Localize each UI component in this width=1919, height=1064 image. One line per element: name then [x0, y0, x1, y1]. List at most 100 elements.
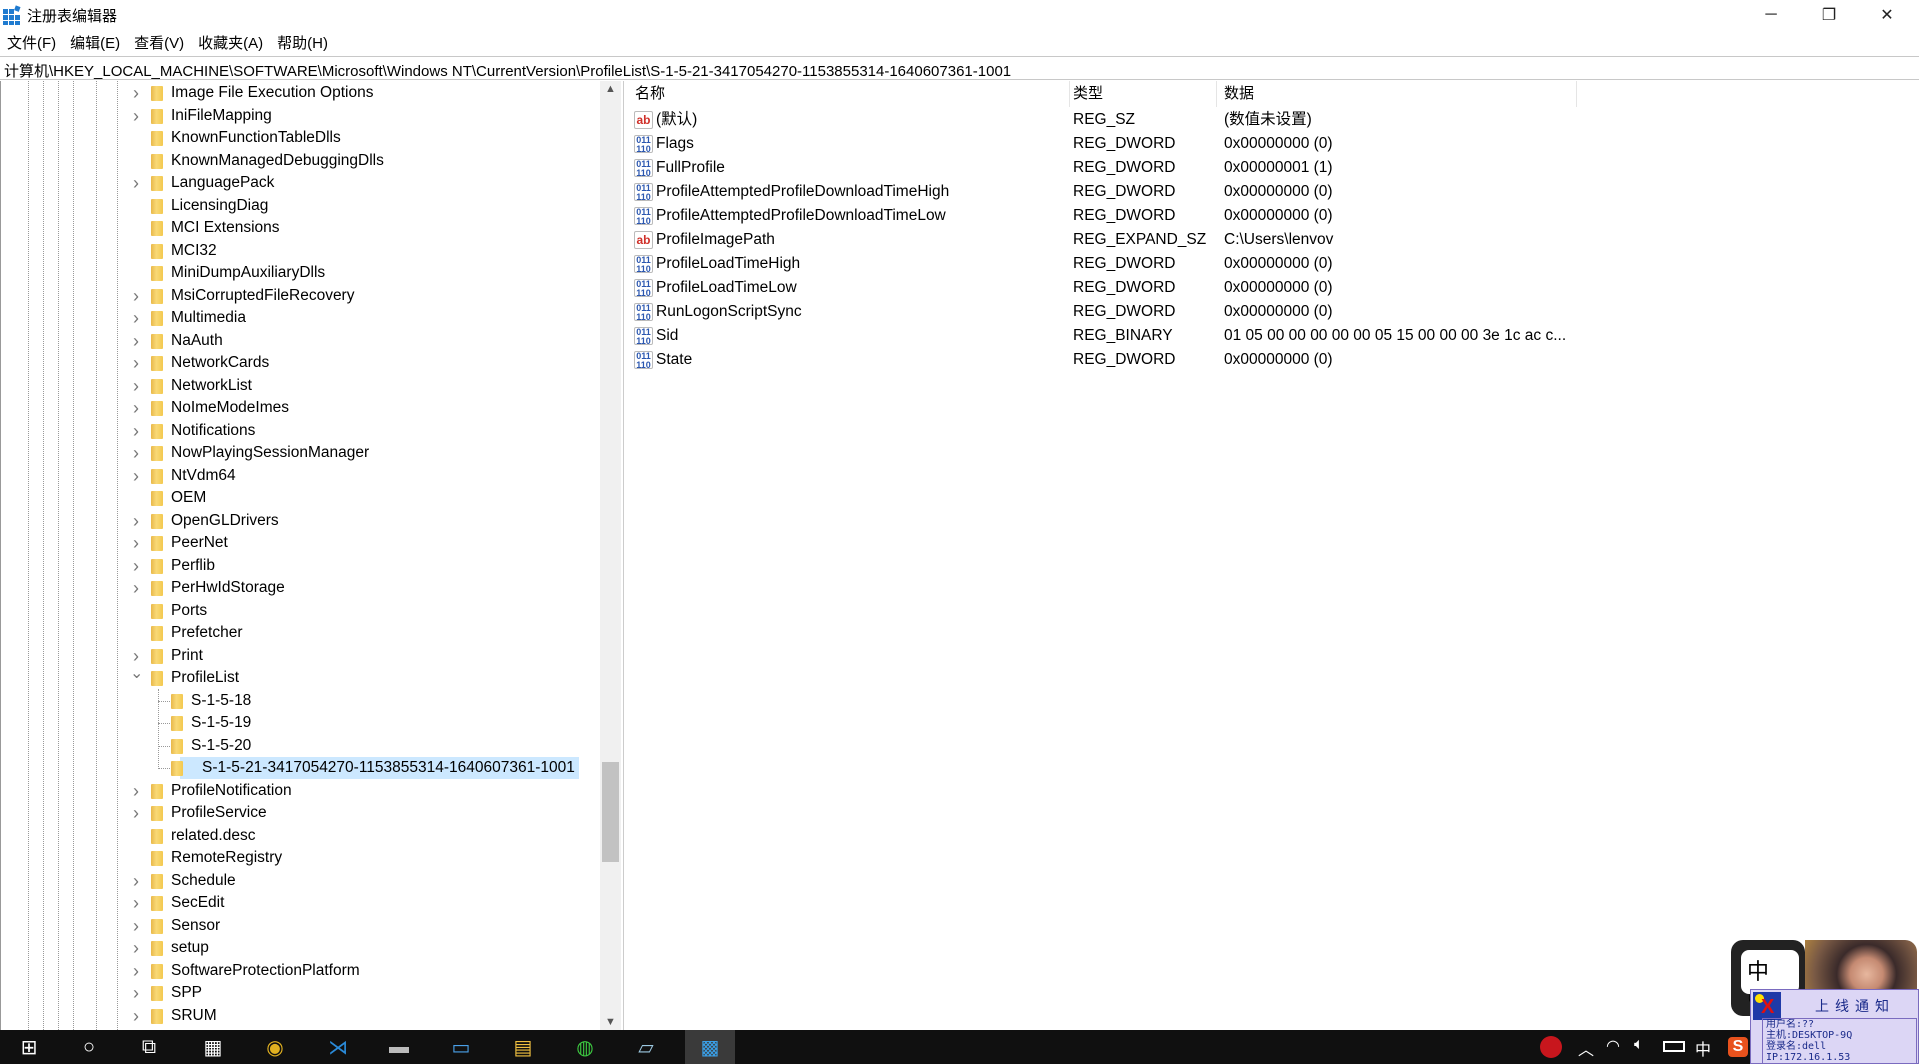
tree-item[interactable]: › ProfileNotification: [1, 780, 601, 802]
tree-item[interactable]: › NetworkList: [1, 375, 601, 397]
taskbar-notepad-icon[interactable]: ▱: [621, 1030, 671, 1064]
scroll-down-icon[interactable]: ▼: [600, 1016, 621, 1028]
tree-item[interactable]: KnownFunctionTableDlls: [1, 127, 601, 149]
chevron-right-icon[interactable]: ›: [130, 915, 142, 937]
tree-item[interactable]: › setup: [1, 937, 601, 959]
battery-icon[interactable]: [1663, 1041, 1685, 1052]
value-row[interactable]: ab ProfileImagePath REG_EXPAND_SZ C:\Use…: [628, 228, 1919, 252]
taskbar-task-view-icon[interactable]: ⧉: [124, 1030, 174, 1064]
tree-item[interactable]: › Image File Execution Options: [1, 82, 601, 104]
tree-item[interactable]: › ProfileService: [1, 802, 601, 824]
tree-item[interactable]: › NetworkCards: [1, 352, 601, 374]
taskbar-file-explorer-icon[interactable]: ▤: [498, 1030, 548, 1064]
taskbar-wechat-icon[interactable]: ◍: [560, 1030, 610, 1064]
value-row[interactable]: 011 110 State REG_DWORD 0x00000000 (0): [628, 348, 1919, 372]
menu-file[interactable]: 文件(F): [0, 30, 63, 52]
tree-item[interactable]: LicensingDiag: [1, 195, 601, 217]
tree-item[interactable]: Ports: [1, 600, 601, 622]
value-row[interactable]: 011 110 RunLogonScriptSync REG_DWORD 0x0…: [628, 300, 1919, 324]
chevron-right-icon[interactable]: ›: [130, 285, 142, 307]
tree-item[interactable]: › SecEdit: [1, 892, 601, 914]
tree-item[interactable]: RemoteRegistry: [1, 847, 601, 869]
tree-item[interactable]: KnownManagedDebuggingDlls: [1, 150, 601, 172]
chevron-up-icon[interactable]: ︿: [1578, 1036, 1594, 1060]
value-row[interactable]: 011 110 Sid REG_BINARY 01 05 00 00 00 00…: [628, 324, 1919, 348]
tree-item[interactable]: › SPP: [1, 982, 601, 1004]
tree-item[interactable]: › NaAuth: [1, 330, 601, 352]
tree-item[interactable]: OEM: [1, 487, 601, 509]
chevron-right-icon[interactable]: ›: [130, 105, 142, 127]
value-row[interactable]: 011 110 ProfileAttemptedProfileDownloadT…: [628, 204, 1919, 228]
tree-item[interactable]: S-1-5-20: [1, 735, 601, 757]
column-header-name[interactable]: 名称: [628, 81, 1070, 107]
menu-edit[interactable]: 编辑(E): [63, 30, 127, 52]
chevron-right-icon[interactable]: ›: [130, 577, 142, 599]
chevron-right-icon[interactable]: ›: [130, 375, 142, 397]
wifi-icon[interactable]: ◠: [1606, 1036, 1620, 1056]
taskbar-terminal-icon[interactable]: ▬: [374, 1030, 424, 1064]
menu-view[interactable]: 查看(V): [127, 30, 191, 52]
taskbar-start-icon[interactable]: ⊞: [4, 1030, 54, 1064]
taskbar-regedit-icon[interactable]: ▩: [685, 1030, 735, 1064]
chevron-right-icon[interactable]: ›: [130, 172, 142, 194]
column-header-type[interactable]: 类型: [1066, 81, 1217, 107]
tree-item[interactable]: › OpenGLDrivers: [1, 510, 601, 532]
sogou-tray-icon[interactable]: S: [1728, 1037, 1748, 1057]
tree-item[interactable]: ⌄ ProfileList: [1, 665, 601, 689]
tree-item[interactable]: › NtVdm64: [1, 465, 601, 487]
scrollbar-thumb[interactable]: [602, 762, 619, 862]
chevron-right-icon[interactable]: ›: [130, 330, 142, 352]
menu-favorites[interactable]: 收藏夹(A): [191, 30, 270, 52]
ime-mode[interactable]: 中 ☾: [1741, 950, 1799, 1011]
taskbar-calculator-icon[interactable]: ▦: [188, 1030, 238, 1064]
chevron-right-icon[interactable]: ›: [130, 532, 142, 554]
value-row[interactable]: 011 110 ProfileLoadTimeLow REG_DWORD 0x0…: [628, 276, 1919, 300]
chevron-down-icon[interactable]: ⌄: [130, 663, 143, 685]
chevron-right-icon[interactable]: ›: [130, 82, 142, 104]
tree-item[interactable]: › IniFileMapping: [1, 105, 601, 127]
value-row[interactable]: 011 110 FullProfile REG_DWORD 0x00000001…: [628, 156, 1919, 180]
tree-scrollbar[interactable]: ▲ ▼: [600, 81, 621, 1030]
chevron-right-icon[interactable]: ›: [130, 1005, 142, 1027]
value-row[interactable]: 011 110 Flags REG_DWORD 0x00000000 (0): [628, 132, 1919, 156]
chevron-right-icon[interactable]: ›: [130, 937, 142, 959]
address-bar[interactable]: 计算机\HKEY_LOCAL_MACHINE\SOFTWARE\Microsof…: [0, 56, 1919, 80]
tree-item[interactable]: S-1-5-18: [1, 690, 601, 712]
taskbar-search-icon[interactable]: ○: [64, 1030, 114, 1064]
tree-item[interactable]: › Schedule: [1, 870, 601, 892]
chevron-right-icon[interactable]: ›: [130, 982, 142, 1004]
chevron-right-icon[interactable]: ›: [130, 802, 142, 824]
tree-item[interactable]: S-1-5-21-3417054270-1153855314-164060736…: [1, 757, 601, 779]
tree-item[interactable]: › Sensor: [1, 915, 601, 937]
chevron-right-icon[interactable]: ›: [130, 307, 142, 329]
close-button[interactable]: ✕: [1858, 0, 1916, 30]
tree-item[interactable]: › Notifications: [1, 420, 601, 442]
chevron-right-icon[interactable]: ›: [130, 780, 142, 802]
chevron-right-icon[interactable]: ›: [130, 555, 142, 577]
volume-icon[interactable]: 🔈︎: [1634, 1036, 1644, 1054]
chevron-right-icon[interactable]: ›: [130, 870, 142, 892]
taskbar-vscode-icon[interactable]: ⋊: [313, 1030, 363, 1064]
value-row[interactable]: ab (默认) REG_SZ (数值未设置): [628, 108, 1919, 132]
tree-item[interactable]: › NoImeModeImes: [1, 397, 601, 419]
chevron-right-icon[interactable]: ›: [130, 352, 142, 374]
chevron-right-icon[interactable]: ›: [130, 892, 142, 914]
tree-item[interactable]: › SRUM: [1, 1005, 601, 1027]
tree-item[interactable]: MiniDumpAuxiliaryDlls: [1, 262, 601, 284]
tree-item[interactable]: › MsiCorruptedFileRecovery: [1, 285, 601, 307]
tree-item[interactable]: › LanguagePack: [1, 172, 601, 194]
tree-item[interactable]: › Multimedia: [1, 307, 601, 329]
maximize-button[interactable]: ❐: [1800, 0, 1858, 30]
tree-item[interactable]: MCI Extensions: [1, 217, 601, 239]
chevron-right-icon[interactable]: ›: [130, 465, 142, 487]
minimize-button[interactable]: ─: [1742, 0, 1800, 30]
ime-tray-indicator[interactable]: 中: [1695, 1036, 1711, 1060]
tree-item[interactable]: S-1-5-19: [1, 712, 601, 734]
tree-item[interactable]: › NowPlayingSessionManager: [1, 442, 601, 464]
tree-item[interactable]: MCI32: [1, 240, 601, 262]
tree-item[interactable]: › Perflib: [1, 555, 601, 577]
chevron-right-icon[interactable]: ›: [130, 442, 142, 464]
chevron-right-icon[interactable]: ›: [130, 420, 142, 442]
value-row[interactable]: 011 110 ProfileAttemptedProfileDownloadT…: [628, 180, 1919, 204]
lenovo-tray-icon[interactable]: [1540, 1036, 1562, 1058]
